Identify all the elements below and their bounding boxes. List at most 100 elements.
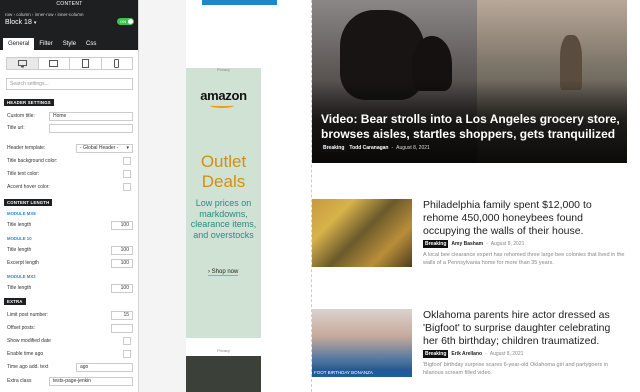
- block-toggle[interactable]: ON: [117, 18, 134, 25]
- desktop-device-button[interactable]: [7, 58, 39, 69]
- article-excerpt: 'Bigfoot' birthday surprise scares 6-yea…: [423, 362, 608, 376]
- article-thumbnail[interactable]: FOOT BIRTHDAY BONANZA: [312, 309, 412, 377]
- time-ago-text-input[interactable]: ago: [76, 363, 133, 372]
- title-length-row-2: Title length 100: [7, 246, 133, 255]
- thumbnail-caption: FOOT BIRTHDAY BONANZA: [312, 369, 412, 377]
- time-ago-text-row: Time ago add. text ago: [7, 363, 133, 372]
- tab-filter[interactable]: Filter: [34, 38, 57, 50]
- tab-css[interactable]: Css: [81, 38, 101, 50]
- title-length-label: Title length: [7, 285, 32, 291]
- excerpt-length-label: Excerpt length: [7, 260, 39, 266]
- title-length-input[interactable]: 100: [111, 284, 133, 293]
- title-url-row: Title url:: [7, 124, 133, 133]
- ad-privacy-link[interactable]: Privacy: [186, 67, 261, 72]
- ad-privacy-link-bottom[interactable]: Privacy: [186, 348, 261, 353]
- category-badge[interactable]: Breaking: [423, 240, 449, 248]
- excerpt-length-row: Excerpt length 100: [7, 259, 133, 268]
- settings-search-input[interactable]: Search settings...: [6, 78, 133, 90]
- accent-hover-color-row: Accent hover color:: [7, 183, 133, 192]
- title-length-label: Title length: [7, 222, 32, 228]
- article-date: August 8, 2021: [490, 241, 525, 247]
- limit-post-number-row: Limit post number: 15: [7, 311, 133, 320]
- offset-posts-row: Offset posts:: [7, 324, 133, 333]
- title-text-color-label: Title text color:: [7, 171, 40, 177]
- block-title-text: Block 18: [5, 19, 32, 26]
- title-length-row-3: Title length 100: [7, 284, 133, 293]
- ad-headline-outlet: Outlet: [200, 152, 247, 171]
- title-bg-color-picker[interactable]: [123, 157, 131, 165]
- block-title[interactable]: Block 18 ▾: [5, 19, 36, 26]
- meta-separator: -: [486, 241, 488, 247]
- title-url-input[interactable]: [49, 124, 133, 133]
- article-meta: Breaking Erik Arellano - August 8, 2021: [423, 350, 523, 358]
- top-nav-strip: [203, 0, 277, 5]
- article-meta: Breaking Amy Basham - August 8, 2021: [423, 240, 524, 248]
- category-badge[interactable]: Breaking: [423, 350, 449, 358]
- limit-post-number-input[interactable]: 15: [111, 311, 133, 320]
- show-modified-date-checkbox[interactable]: [123, 337, 131, 345]
- tab-style[interactable]: Style: [58, 38, 81, 50]
- title-length-label: Title length: [7, 247, 32, 253]
- accent-hover-color-label: Accent hover color:: [7, 184, 50, 190]
- article-thumbnail[interactable]: [312, 199, 412, 267]
- canvas-spacer: [261, 0, 311, 392]
- ad-body-text: Low prices on markdowns, clearance items…: [190, 198, 257, 240]
- extra-class-label: Extra class: [7, 378, 32, 384]
- offset-posts-input[interactable]: [111, 324, 133, 333]
- title-text-color-picker[interactable]: [123, 170, 131, 178]
- chevron-down-icon: ▾: [126, 145, 129, 151]
- tablet-portrait-button[interactable]: [70, 58, 102, 69]
- hero-author[interactable]: Todd Caranagan: [349, 145, 388, 151]
- tablet-portrait-icon: [81, 59, 89, 68]
- article-item: Philadelphia family spent $12,000 to reh…: [312, 199, 627, 269]
- header-template-select[interactable]: - Global Header - ▾: [76, 144, 133, 153]
- enable-time-ago-checkbox[interactable]: [123, 350, 131, 358]
- meta-separator: -: [485, 351, 487, 357]
- article-author[interactable]: Amy Basham: [451, 241, 483, 247]
- title-text-color-row: Title text color:: [7, 170, 133, 179]
- amazon-smile-icon: [210, 103, 234, 108]
- tablet-landscape-button[interactable]: [39, 58, 70, 69]
- panel-tabs: General Filter Style Css: [0, 38, 138, 50]
- enable-time-ago-row: Enable time ago: [7, 350, 133, 359]
- amazon-logo: amazon: [200, 88, 247, 103]
- ad-headline-deals: Deals: [201, 172, 246, 191]
- title-length-row-1: Title length 100: [7, 221, 133, 230]
- excerpt-length-input[interactable]: 100: [111, 259, 133, 268]
- extra-class-input[interactable]: tests-page-jenkin: [49, 377, 133, 386]
- title-url-label: Title url:: [7, 125, 25, 131]
- custom-title-input[interactable]: Home: [49, 112, 133, 121]
- featured-article[interactable]: Video: Bear strolls into a Los Angeles g…: [312, 0, 627, 163]
- offset-posts-label: Offset posts:: [7, 325, 35, 331]
- enable-time-ago-label: Enable time ago: [7, 351, 44, 357]
- breadcrumb[interactable]: row › column › inner-row › inner-column: [5, 12, 84, 17]
- tab-general[interactable]: General: [3, 38, 35, 50]
- title-length-input[interactable]: 100: [111, 246, 133, 255]
- panel-header: CONTENT row › column › inner-row › inner…: [0, 0, 138, 50]
- ad-bottom-image: [186, 356, 261, 392]
- time-ago-text-label: Time ago add. text: [7, 364, 49, 370]
- mobile-device-button[interactable]: [102, 58, 133, 69]
- show-modified-date-row: Show modified date: [7, 337, 133, 346]
- ad-bottom-area: Privacy: [186, 338, 261, 356]
- module-10-label: MODULE 10: [7, 236, 32, 241]
- section-extra: EXTRA: [4, 298, 26, 305]
- accent-hover-color-picker[interactable]: [123, 183, 131, 191]
- article-title[interactable]: Oklahoma parents hire actor dressed as '…: [423, 309, 628, 348]
- section-header-settings: HEADER SETTINGS: [4, 99, 54, 106]
- tablet-landscape-icon: [49, 60, 59, 67]
- amazon-ad-banner[interactable]: Privacy amazon Outlet Deals Low prices o…: [186, 0, 261, 392]
- page-root: CONTENT row › column › inner-row › inner…: [0, 0, 640, 392]
- article-author[interactable]: Erik Arellano: [451, 351, 482, 357]
- device-switcher: [6, 57, 133, 70]
- shop-now-link[interactable]: › Shop now: [208, 269, 239, 276]
- hero-title[interactable]: Video: Bear strolls into a Los Angeles g…: [321, 112, 621, 142]
- title-length-input[interactable]: 100: [111, 221, 133, 230]
- custom-title-label: Custom title:: [7, 113, 35, 119]
- ad-top-area: [186, 0, 261, 68]
- chevron-down-icon: ▾: [33, 20, 37, 26]
- category-badge[interactable]: Breaking: [321, 144, 347, 152]
- article-excerpt: A local bee clearance expert has rehomed…: [423, 252, 625, 266]
- extra-class-row: Extra class tests-page-jenkin: [7, 377, 133, 386]
- article-title[interactable]: Philadelphia family spent $12,000 to reh…: [423, 199, 628, 238]
